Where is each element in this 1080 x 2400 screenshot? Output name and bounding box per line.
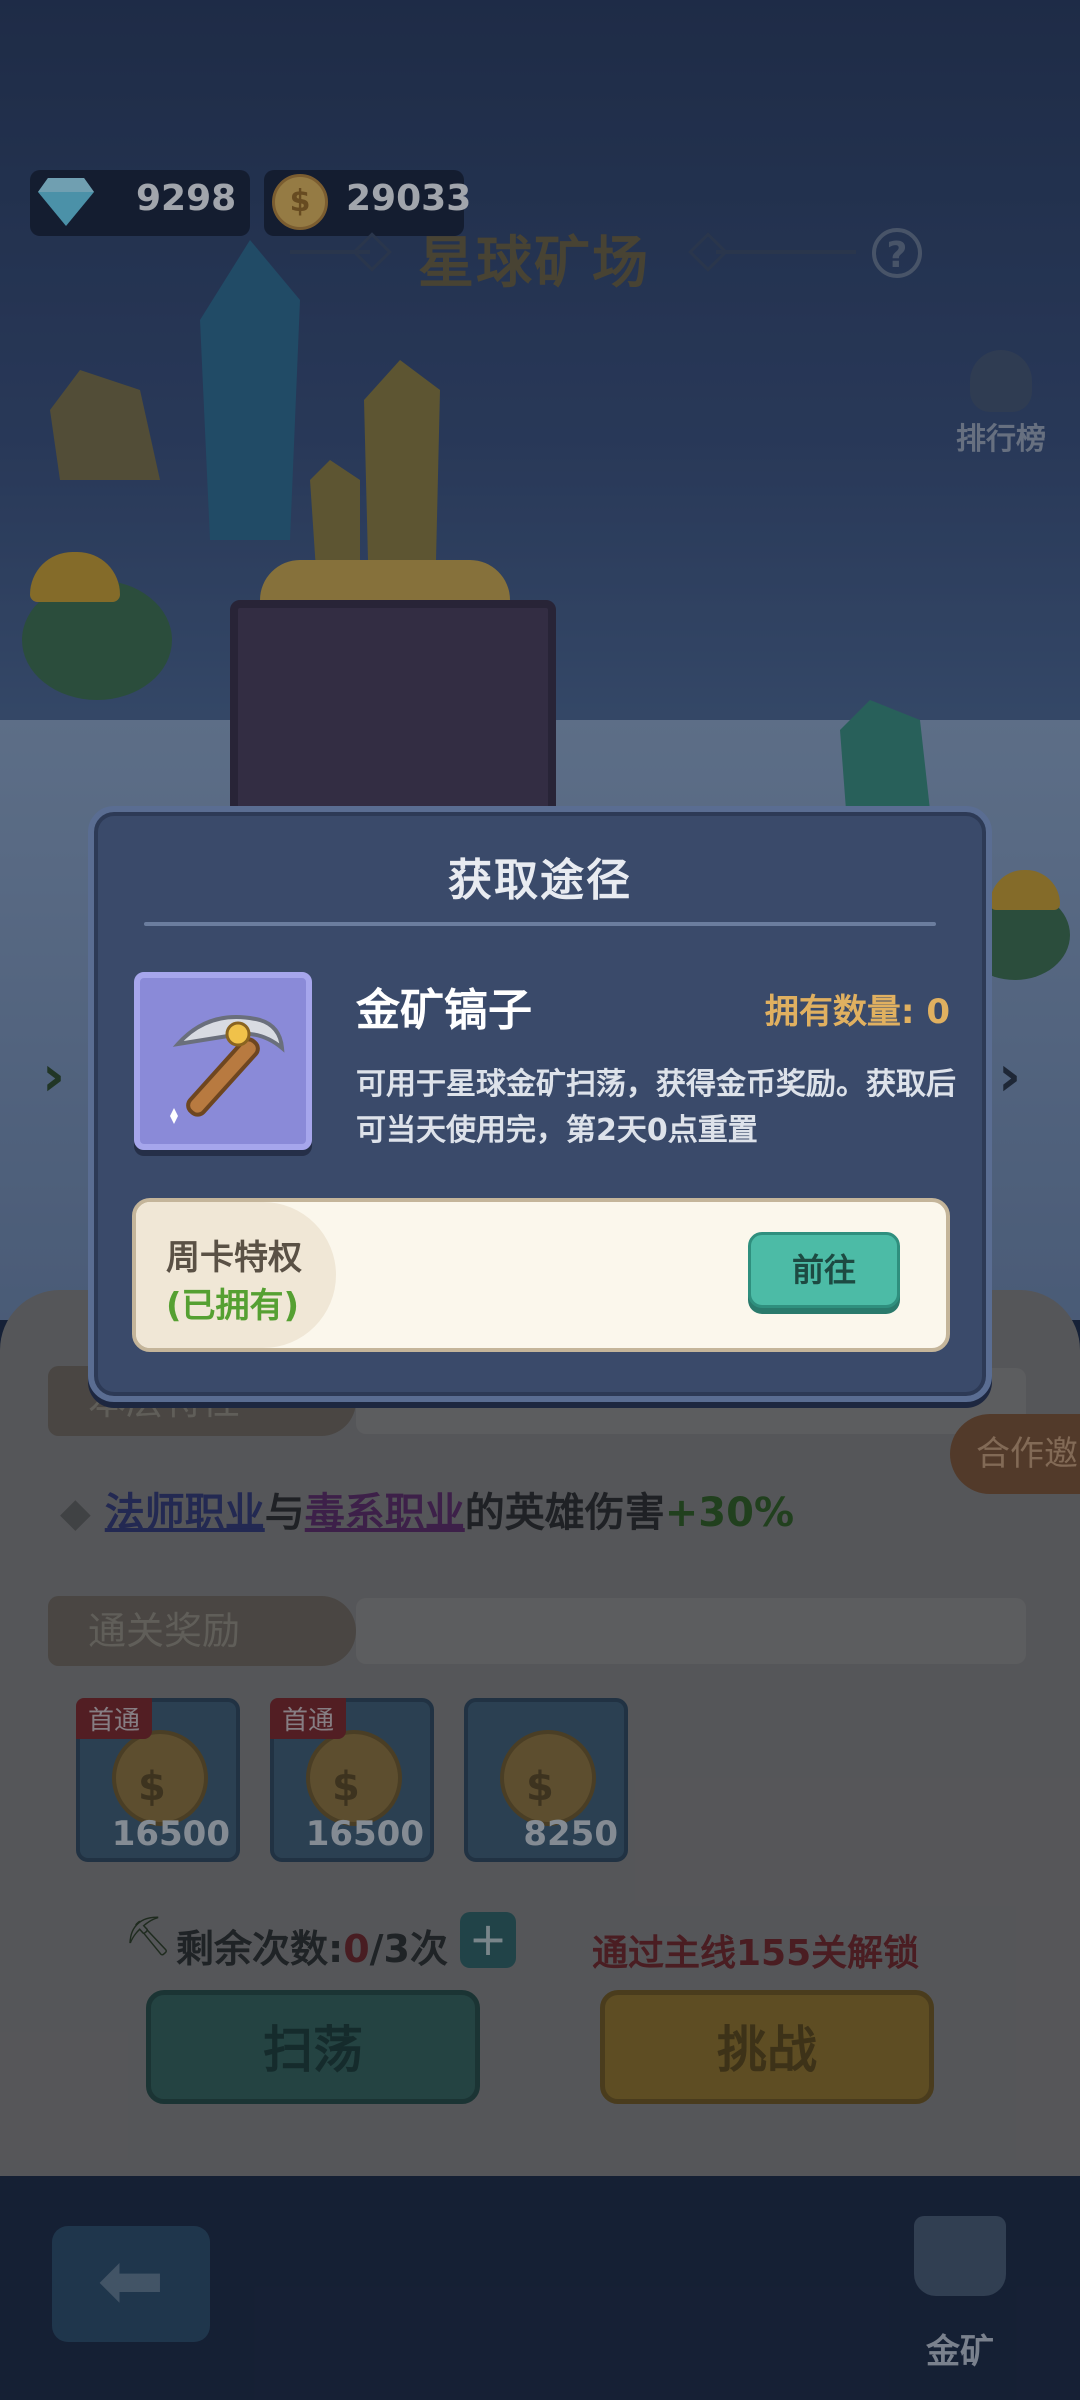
description-line: 可当天使用完，第2天0点重置 xyxy=(356,1113,758,1148)
dialog-divider xyxy=(144,922,936,926)
dialog-title: 获取途径 xyxy=(448,855,632,906)
owned-count: 拥有数量: 0 xyxy=(764,992,950,1032)
source-status: (已拥有) xyxy=(166,1286,300,1326)
source-name: 周卡特权 xyxy=(166,1238,302,1278)
acquire-dialog: 获取途径 金矿镐子 拥有数量: 0 可用于星球金矿扫荡，获得金币奖励。获取后 可… xyxy=(88,806,992,1402)
item-description: 可用于星球金矿扫荡，获得金币奖励。获取后 可当天使用完，第2天0点重置 xyxy=(356,1062,966,1154)
pickaxe-icon xyxy=(170,1015,285,1124)
item-icon-frame xyxy=(134,972,312,1150)
source-card: 周卡特权 (已拥有) 前往 xyxy=(132,1198,950,1352)
goto-button[interactable]: 前往 xyxy=(748,1232,900,1308)
description-line: 可用于星球金矿扫荡，获得金币奖励。获取后 xyxy=(356,1067,956,1102)
item-name: 金矿镐子 xyxy=(356,985,532,1036)
